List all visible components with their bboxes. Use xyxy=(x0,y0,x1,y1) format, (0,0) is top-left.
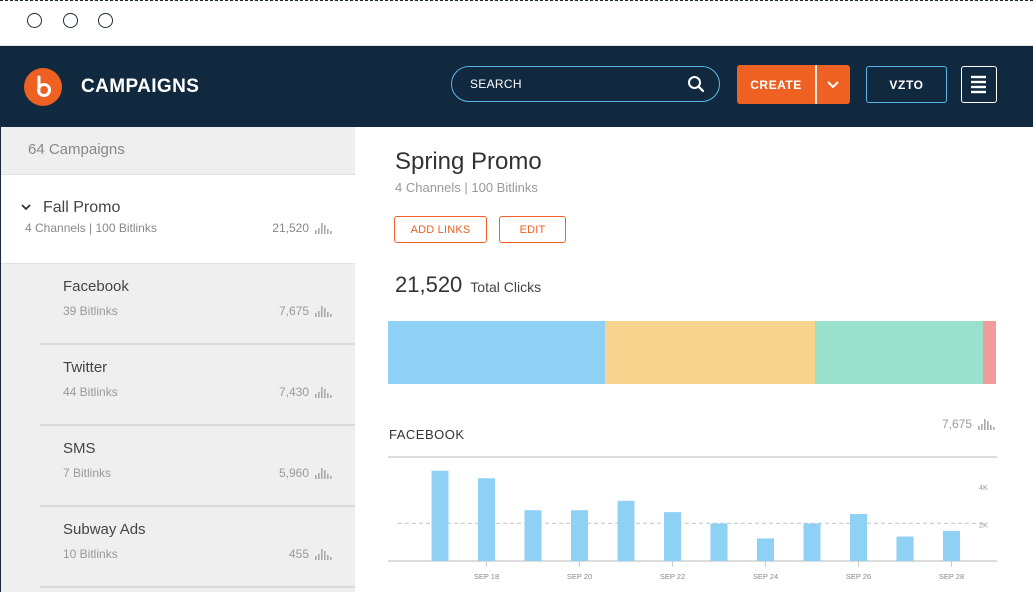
campaign-clicks-value: 21,520 xyxy=(272,221,309,235)
edit-button[interactable]: EDIT xyxy=(499,216,566,243)
bitly-logo-icon[interactable] xyxy=(24,68,62,106)
clicks-bars-icon xyxy=(978,419,995,430)
search-input[interactable] xyxy=(470,75,670,93)
channel-clicks-value: 5,960 xyxy=(278,466,309,480)
chevron-down-icon[interactable] xyxy=(20,203,32,213)
channel-item-subway-ads[interactable]: Subway Ads 10 Bitlinks 455 xyxy=(40,507,355,588)
campaign-count: 64 Campaigns xyxy=(1,127,355,175)
bar-sep-28 xyxy=(943,530,960,561)
create-button-label[interactable]: CREATE xyxy=(737,65,815,104)
total-clicks-value: 21,520 xyxy=(395,272,463,297)
channel-bitlinks: 39 Bitlinks xyxy=(63,304,118,318)
channel-name: Twitter xyxy=(63,359,108,376)
channel-bitlinks: 10 Bitlinks xyxy=(63,547,118,561)
x-tick-label: SEP 18 xyxy=(474,572,499,581)
add-links-button[interactable]: ADD LINKS xyxy=(394,216,487,243)
campaign-sidebar: 64 Campaigns Fall Promo 4 Channels | 100… xyxy=(1,127,355,592)
bar-sep-22 xyxy=(664,512,681,561)
hamburger-icon xyxy=(971,75,986,94)
breakdown-segment-facebook[interactable] xyxy=(388,321,605,384)
bar-sep-21 xyxy=(617,500,635,561)
top-header: CAMPAIGNS CREATE VZTO xyxy=(0,46,1033,127)
breakdown-segment-twitter[interactable] xyxy=(605,321,815,384)
channel-clicks-value: 7,675 xyxy=(278,304,309,318)
channel-name: Subway Ads xyxy=(63,521,146,538)
clicks-bars-icon xyxy=(315,549,332,560)
channel-clicks: 7,430 xyxy=(279,385,334,399)
facebook-clicks-chart: SEP 18 SEP 20 SEP 22 SEP 24 SEP 26 SEP 28 4K 2K xyxy=(388,456,997,581)
campaign-name: Fall Promo xyxy=(43,199,121,216)
bar-sep-19 xyxy=(524,510,542,561)
breakdown-segment-subway-ads[interactable] xyxy=(983,321,996,384)
channel-bitlinks: 7 Bitlinks xyxy=(63,466,112,480)
channel-name: Facebook xyxy=(63,278,129,295)
total-clicks: 21,520 Total Clicks xyxy=(395,272,541,298)
x-tick-label: SEP 20 xyxy=(567,572,592,581)
chevron-down-icon xyxy=(827,80,839,88)
x-tick-label: SEP 24 xyxy=(753,572,778,581)
search-box[interactable] xyxy=(451,66,720,102)
menu-button[interactable] xyxy=(961,66,997,103)
bar-sep-25 xyxy=(803,523,821,561)
clicks-bars-icon xyxy=(315,306,332,317)
channel-clicks: 455 xyxy=(289,547,334,561)
campaign-detail: Spring Promo 4 Channels | 100 Bitlinks A… xyxy=(355,127,1033,592)
channel-name: SMS xyxy=(63,440,96,457)
page-title: CAMPAIGNS xyxy=(81,76,200,97)
create-button-divider xyxy=(815,65,817,104)
bar-sep-27 xyxy=(896,536,914,561)
bar-sep-26 xyxy=(850,514,867,561)
channel-item-twitter[interactable]: Twitter 44 Bitlinks 7,430 xyxy=(40,345,355,426)
x-tick-label: SEP 26 xyxy=(846,572,871,581)
campaign-meta: 4 Channels | 100 Bitlinks xyxy=(25,221,157,235)
channel-panel-label: FACEBOOK xyxy=(389,427,465,442)
channel-clicks: 7,675 xyxy=(279,304,334,318)
channel-clicks-value: 7,430 xyxy=(278,385,309,399)
create-dropdown-toggle[interactable] xyxy=(817,65,850,104)
breakdown-segment-sms[interactable] xyxy=(815,321,983,384)
channel-breakdown-bar xyxy=(388,321,996,384)
bar-sep-20 xyxy=(571,510,588,561)
create-button[interactable]: CREATE xyxy=(737,65,850,104)
bar-sep-17 xyxy=(431,470,449,561)
clicks-bars-icon xyxy=(315,387,332,398)
window-close-button[interactable] xyxy=(27,13,42,28)
window-titlebar xyxy=(0,0,1033,46)
y-tick-label: 4K xyxy=(979,483,988,492)
clicks-bars-icon xyxy=(315,223,332,234)
bar-sep-24 xyxy=(757,538,774,561)
channel-panel-clicks-value: 7,675 xyxy=(941,417,972,431)
bar-sep-18 xyxy=(478,478,495,561)
x-tick-label: SEP 28 xyxy=(939,572,964,581)
x-tick-label: SEP 22 xyxy=(660,572,685,581)
campaign-item-fall-promo[interactable]: Fall Promo 4 Channels | 100 Bitlinks 21,… xyxy=(1,175,355,264)
user-account-button[interactable]: VZTO xyxy=(866,66,947,103)
channel-panel-clicks: 7,675 xyxy=(942,417,997,431)
campaign-subtitle: 4 Channels | 100 Bitlinks xyxy=(395,180,538,195)
search-icon[interactable] xyxy=(687,75,705,93)
channel-clicks: 5,960 xyxy=(279,466,334,480)
bar-sep-23 xyxy=(710,523,728,561)
window-maximize-button[interactable] xyxy=(98,13,113,28)
channel-item-sms[interactable]: SMS 7 Bitlinks 5,960 xyxy=(40,426,355,507)
channel-bitlinks: 44 Bitlinks xyxy=(63,385,118,399)
window-minimize-button[interactable] xyxy=(63,13,78,28)
campaign-title: Spring Promo xyxy=(395,148,542,175)
channel-clicks-value: 455 xyxy=(288,547,309,561)
y-tick-label: 2K xyxy=(979,520,988,529)
channel-item-facebook[interactable]: Facebook 39 Bitlinks 7,675 xyxy=(40,264,355,345)
total-clicks-label: Total Clicks xyxy=(470,279,542,295)
clicks-bars-icon xyxy=(315,468,332,479)
campaign-clicks: 21,520 xyxy=(272,221,334,235)
